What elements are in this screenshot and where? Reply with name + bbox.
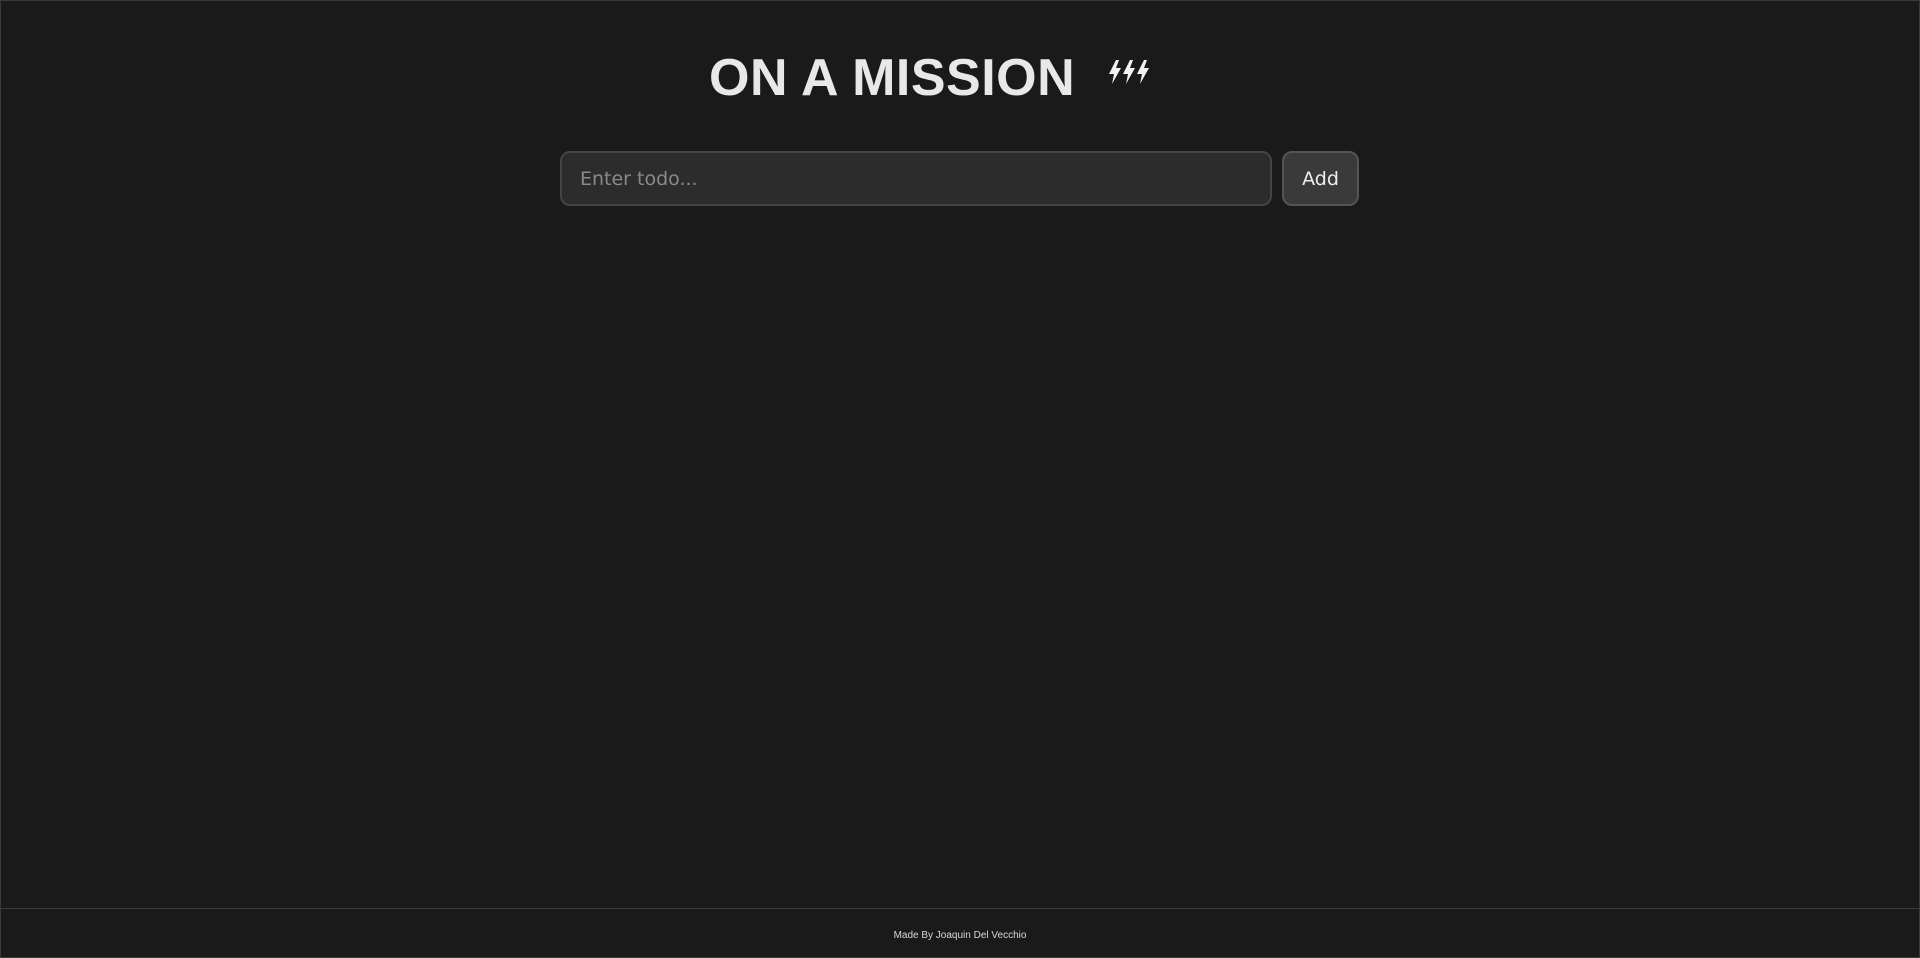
app-frame bbox=[0, 0, 1920, 958]
page-header: ON A MISSION bbox=[0, 44, 1920, 110]
page-title: ON A MISSION bbox=[709, 49, 1076, 107]
page-footer: Made By Joaquin Del Vecchio bbox=[0, 908, 1920, 958]
todo-input[interactable] bbox=[560, 151, 1272, 206]
lightning-bolts-icon bbox=[1109, 60, 1149, 84]
add-button[interactable]: Add bbox=[1282, 151, 1359, 206]
footer-credit: Made By Joaquin Del Vecchio bbox=[893, 930, 1027, 941]
todo-form: Add bbox=[560, 151, 1360, 206]
